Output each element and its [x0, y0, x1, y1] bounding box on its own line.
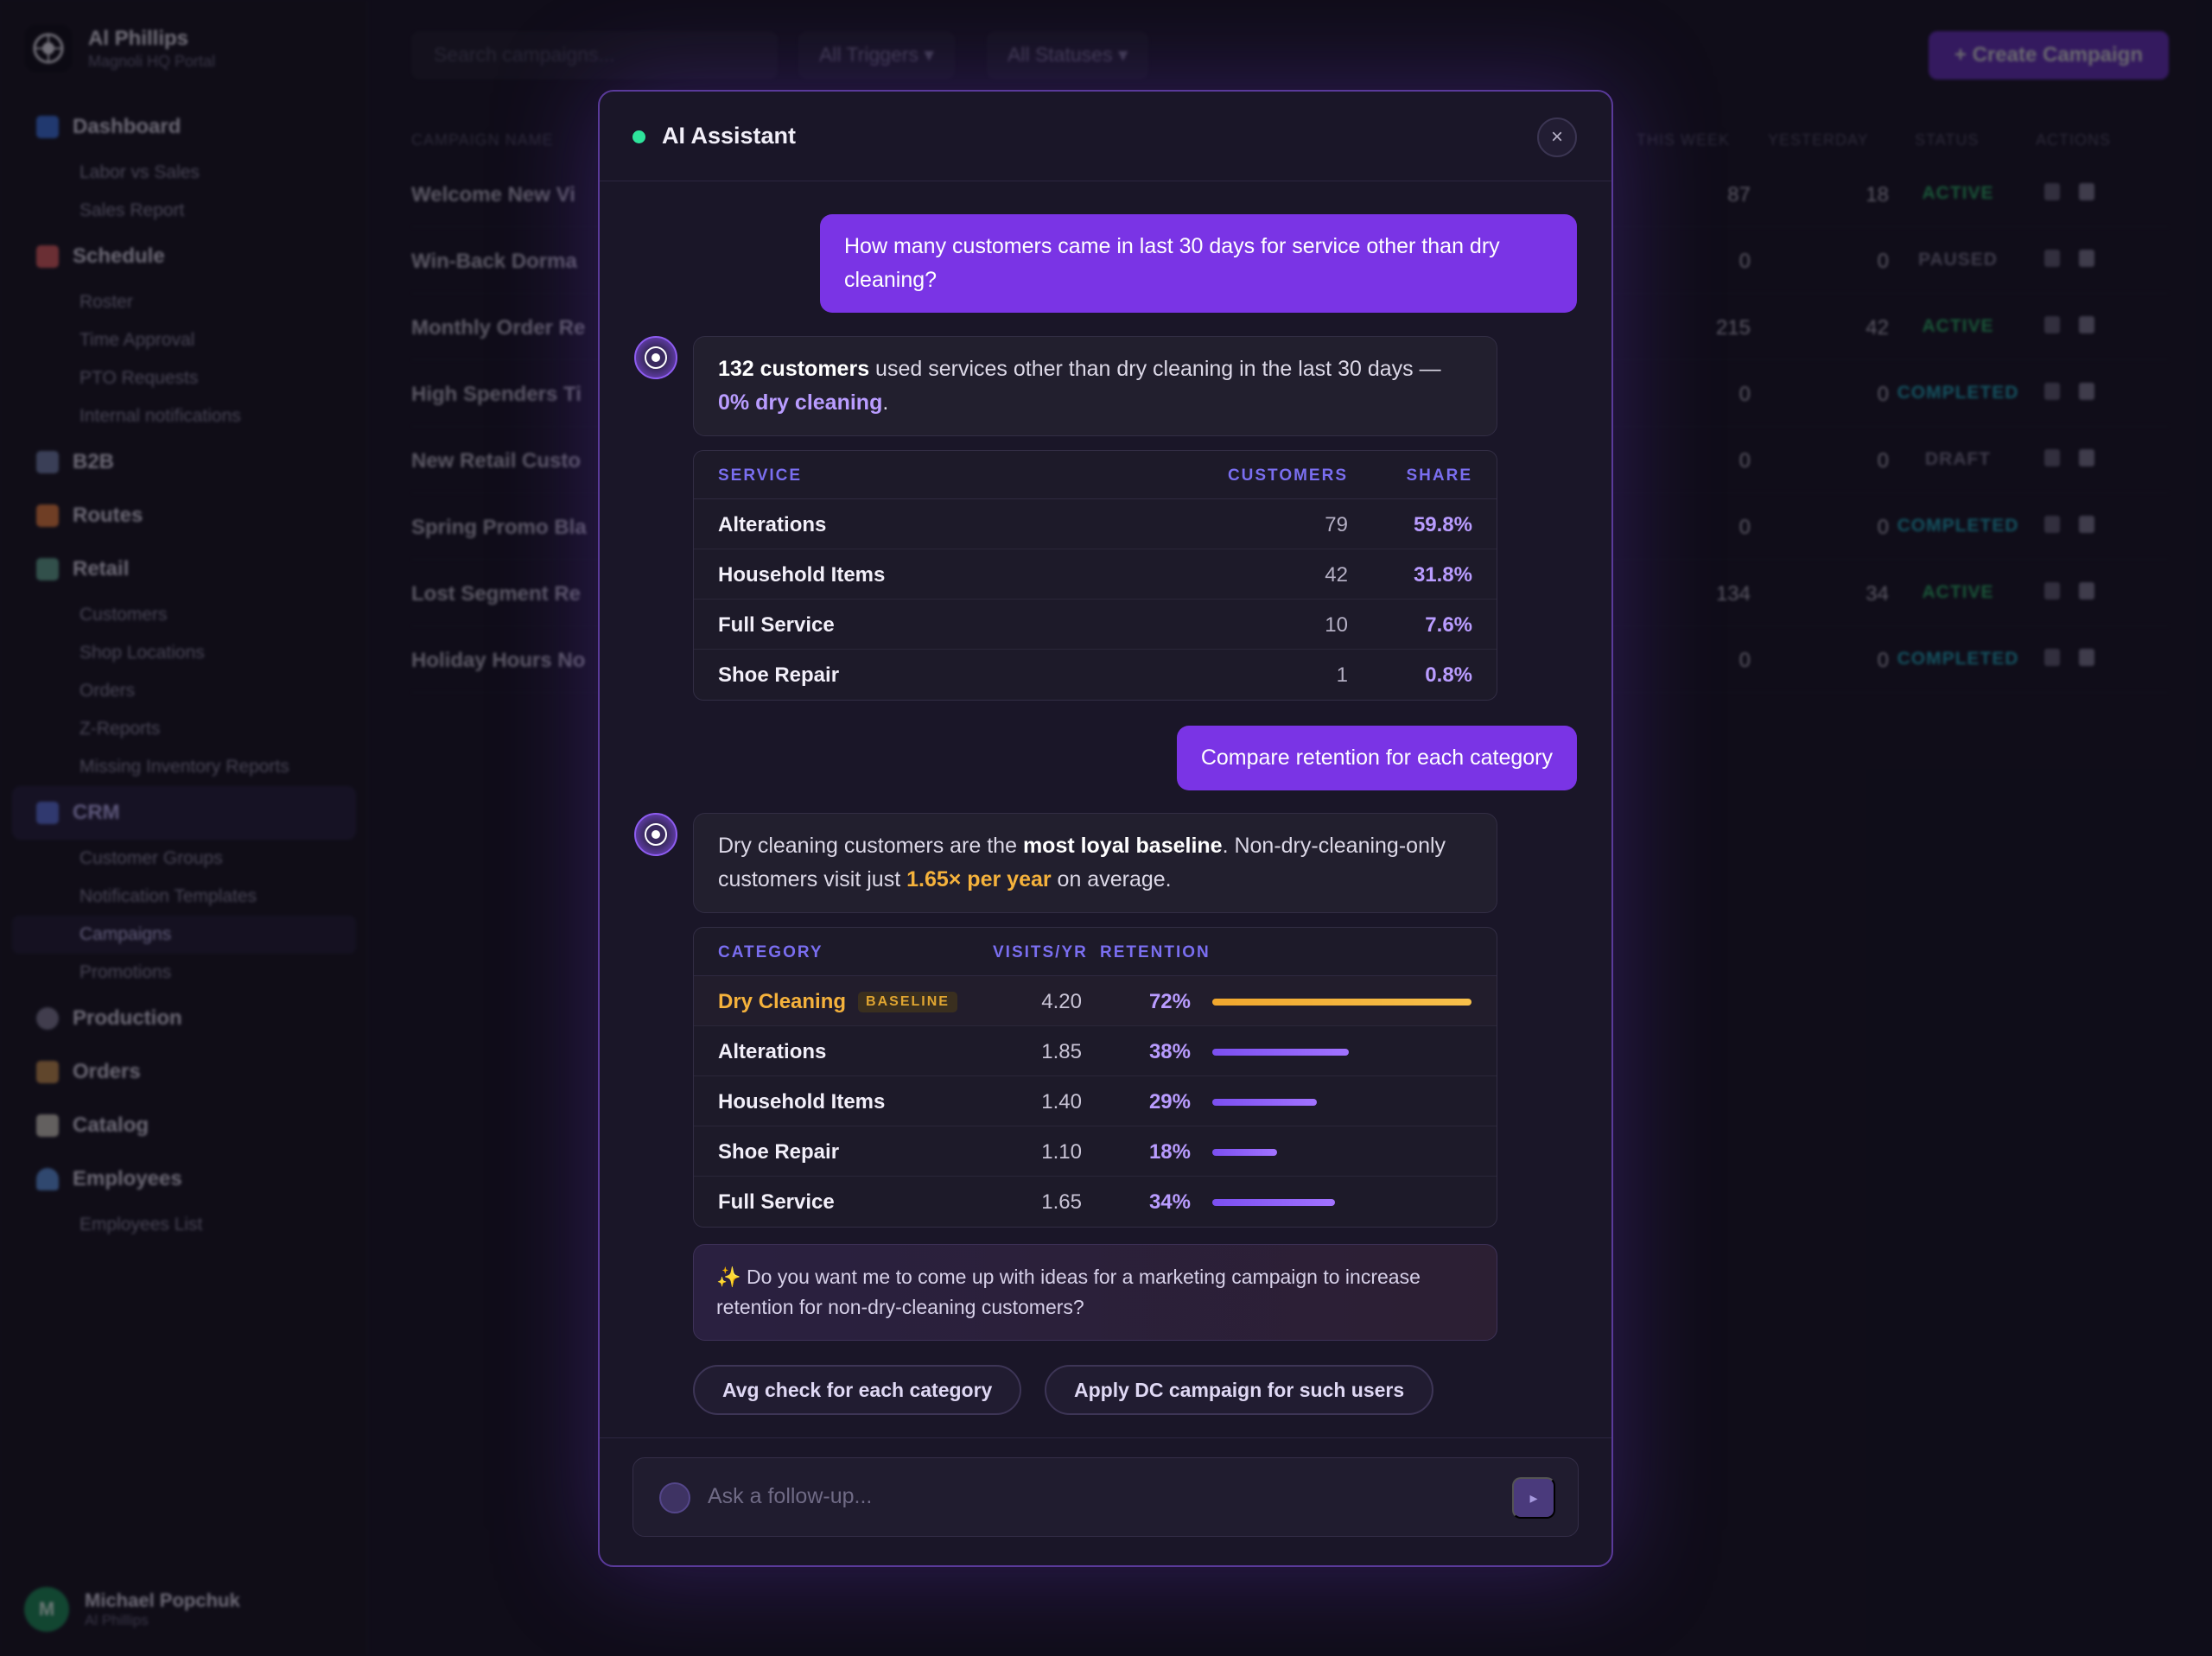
table-row: Shoe Repair 1.10 18% — [694, 1126, 1497, 1177]
service-share: 0.8% — [1425, 663, 1472, 687]
chip-apply-dc-campaign[interactable]: Apply DC campaign for such users — [1045, 1365, 1434, 1415]
answer-highlight-visits: 1.65× per year — [906, 867, 1052, 891]
answer-highlight: 132 customers — [718, 357, 870, 381]
service-name: Full Service — [718, 613, 835, 637]
answer-lead: Dry cleaning customers are the — [718, 834, 1023, 858]
modal-footer: Ask a follow-up... ▸ — [600, 1437, 1611, 1565]
assistant-message: Dry cleaning customers are the most loya… — [693, 813, 1497, 913]
ai-assistant-modal: AI Assistant × How many customers came i… — [598, 90, 1613, 1567]
table-row: Alterations 1.85 38% — [694, 1026, 1497, 1076]
category-visits: 1.10 — [1041, 1140, 1082, 1164]
retention-bar — [1212, 1099, 1317, 1106]
service-name: Household Items — [718, 563, 886, 587]
assistant-avatar-icon — [634, 336, 677, 379]
retention-bar — [1212, 1199, 1335, 1206]
col-visits: VISITS/YR — [993, 943, 1088, 961]
table-row: Alterations 79 59.8% — [694, 499, 1497, 549]
col-service: SERVICE — [718, 466, 803, 485]
category-label: Dry Cleaning — [718, 990, 847, 1013]
assistant-avatar-icon — [634, 813, 677, 856]
col-category: CATEGORY — [718, 943, 823, 961]
category-name: Dry Cleaning BASELINE — [718, 990, 957, 1014]
answer-text: used services other than dry cleaning in… — [869, 357, 1441, 381]
retention-table-header: CATEGORY VISITS/YR RETENTION — [694, 928, 1497, 976]
category-visits: 1.40 — [1041, 1090, 1082, 1114]
suggestion-text: Do you want me to come up with ideas for… — [716, 1266, 1421, 1318]
retention-bar — [1212, 1149, 1277, 1156]
category-name: Shoe Repair — [718, 1140, 839, 1164]
modal-title: AI Assistant — [662, 123, 797, 149]
service-table-body: Alterations 79 59.8% Household Items 42 31.8%… — [694, 499, 1497, 700]
modal-header: AI Assistant × — [600, 92, 1611, 181]
service-customers: 10 — [1325, 613, 1348, 637]
answer-highlight-share: 0% dry cleaning — [718, 390, 883, 415]
service-name: Alterations — [718, 513, 827, 536]
category-retention: 34% — [1148, 1190, 1191, 1214]
retention-bar — [1212, 1049, 1349, 1056]
service-customers: 79 — [1325, 513, 1348, 536]
chip-avg-check[interactable]: Avg check for each category — [693, 1365, 1022, 1415]
retention-table-body: Dry Cleaning BASELINE 4.20 72% Alterations 1.… — [694, 976, 1497, 1227]
send-button[interactable]: ▸ — [1512, 1477, 1555, 1519]
category-name: Household Items — [718, 1090, 885, 1114]
service-customers: 42 — [1325, 563, 1348, 587]
user-message: How many customers came in last 30 days … — [820, 214, 1577, 313]
col-customers: CUSTOMERS — [1227, 466, 1348, 485]
category-name: Full Service — [718, 1190, 835, 1215]
category-label: Alterations — [718, 1040, 827, 1063]
service-name: Shoe Repair — [718, 663, 840, 687]
category-visits: 1.85 — [1041, 1040, 1082, 1063]
service-share: 7.6% — [1425, 613, 1472, 637]
online-status-dot — [632, 130, 645, 143]
follow-up-placeholder: Ask a follow-up... — [708, 1484, 873, 1508]
answer-highlight: most loyal baseline — [1022, 834, 1223, 858]
col-share: SHARE — [1406, 466, 1472, 485]
answer-end: . — [882, 390, 889, 415]
retention-bar — [1212, 999, 1471, 1006]
category-visits: 1.65 — [1041, 1190, 1082, 1214]
service-share: 59.8% — [1413, 513, 1472, 536]
close-button[interactable]: × — [1537, 117, 1577, 157]
baseline-badge: BASELINE — [858, 992, 957, 1012]
category-retention: 72% — [1148, 990, 1191, 1013]
service-customers: 1 — [1336, 663, 1348, 687]
answer-end: on average. — [1051, 867, 1172, 891]
user-message: Compare retention for each category — [1176, 726, 1577, 790]
retention-table: CATEGORY VISITS/YR RETENTION Dry Cleanin… — [693, 927, 1497, 1228]
follow-up-input[interactable]: Ask a follow-up... ▸ — [632, 1457, 1579, 1537]
col-retention: RETENTION — [1100, 943, 1211, 961]
category-label: Shoe Repair — [718, 1140, 840, 1164]
table-row: Household Items 1.40 29% — [694, 1076, 1497, 1126]
table-row: Household Items 42 31.8% — [694, 549, 1497, 600]
category-label: Full Service — [718, 1190, 835, 1214]
service-table-header: SERVICE CUSTOMERS SHARE — [694, 451, 1497, 499]
table-row: Full Service 1.65 34% — [694, 1177, 1497, 1227]
service-table: SERVICE CUSTOMERS SHARE Alterations 79 59.… — [693, 450, 1497, 701]
suggestion-card[interactable]: ✨ Do you want me to come up with ideas f… — [693, 1244, 1497, 1341]
table-row: Dry Cleaning BASELINE 4.20 72% — [694, 976, 1497, 1026]
service-share: 31.8% — [1413, 563, 1472, 587]
sparkle-icon: ✨ — [716, 1266, 741, 1288]
assistant-status-icon — [659, 1482, 690, 1513]
category-name: Alterations — [718, 1040, 826, 1064]
table-row: Full Service 10 7.6% — [694, 600, 1497, 650]
category-retention: 29% — [1148, 1090, 1191, 1114]
assistant-message: 132 customers used services other than d… — [693, 336, 1497, 436]
table-row: Shoe Repair 1 0.8% — [694, 650, 1497, 700]
category-label: Household Items — [718, 1090, 886, 1114]
category-visits: 4.20 — [1041, 990, 1082, 1013]
category-retention: 18% — [1148, 1140, 1191, 1164]
category-retention: 38% — [1148, 1040, 1191, 1063]
